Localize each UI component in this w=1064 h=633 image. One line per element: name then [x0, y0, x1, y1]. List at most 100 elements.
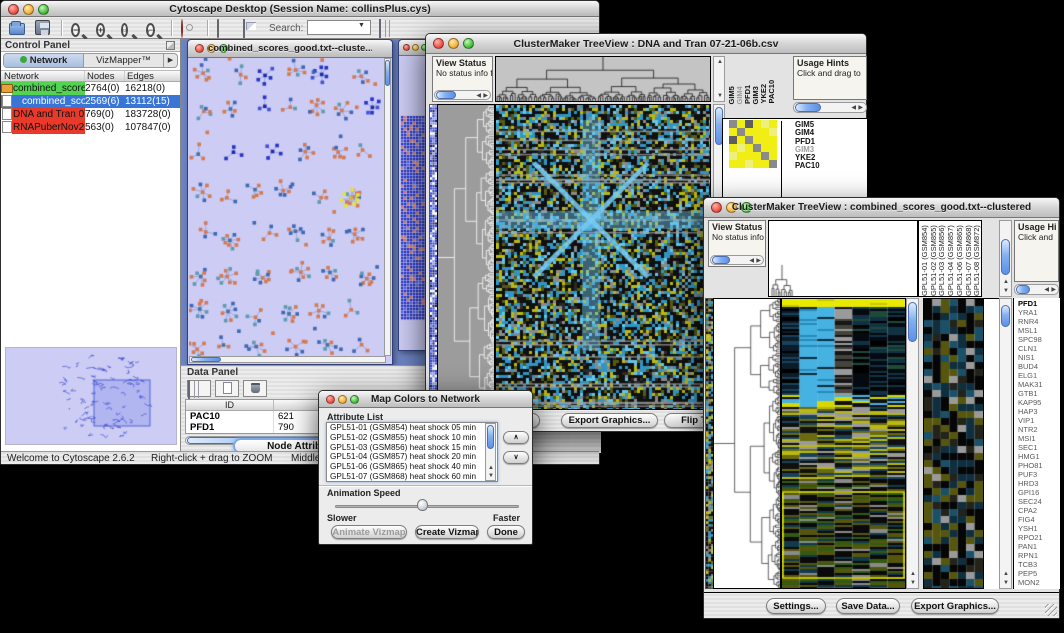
gene-label[interactable]: VIP1: [1018, 416, 1060, 425]
export-graphics-button[interactable]: Export Graphics...: [911, 598, 999, 614]
table-header-id[interactable]: ID: [186, 400, 274, 410]
network-overview-thumbnail[interactable]: [5, 347, 177, 445]
close-icon[interactable]: [326, 395, 335, 404]
animate-vizmap-button[interactable]: Animate Vizmap: [331, 525, 407, 539]
column-label[interactable]: PAC10: [767, 80, 775, 104]
attribute-list-item[interactable]: GPL51-03 (GSM856) heat shock 15 min: [327, 443, 497, 453]
attribute-table-icon[interactable]: [379, 20, 397, 36]
gene-label[interactable]: PEP5: [1018, 569, 1060, 578]
gene-label[interactable]: TCB3: [1018, 560, 1060, 569]
heatmap-canvas[interactable]: [781, 298, 906, 589]
attribute-list-item[interactable]: GPL51-06 (GSM865) heat shock 40 min: [327, 462, 497, 472]
zoom-heatmap-canvas[interactable]: [923, 298, 984, 589]
attribute-list-item[interactable]: GPL51-04 (GSM857) heat shock 20 min: [327, 452, 497, 462]
similarity-matrix[interactable]: [729, 120, 777, 168]
zoom-in-icon[interactable]: +: [96, 20, 114, 36]
close-icon[interactable]: [195, 44, 204, 53]
column-label[interactable]: GPL51-08 (GSM872): [972, 221, 981, 296]
attribute-list-item[interactable]: GPL51-02 (GSM855) heat shock 10 min: [327, 433, 497, 443]
close-icon[interactable]: [433, 38, 444, 49]
new-attribute-icon[interactable]: [215, 380, 239, 397]
network-vscrollbar[interactable]: [384, 58, 391, 356]
titlebar[interactable]: Cytoscape Desktop (Session Name: collins…: [1, 1, 599, 17]
network-view-canvas[interactable]: [189, 58, 386, 356]
zoom-fit-icon[interactable]: ⌐: [146, 20, 164, 36]
column-label[interactable]: GPL51-04 (GSM857): [946, 221, 955, 296]
gene-label[interactable]: FIG4: [1018, 515, 1060, 524]
row-dendrogram[interactable]: [437, 104, 495, 411]
gene-label[interactable]: NTR2: [1018, 425, 1060, 434]
gene-label[interactable]: GPI16: [1018, 488, 1060, 497]
column-label[interactable]: GIM5: [727, 86, 735, 104]
attribute-list[interactable]: GPL51-01 (GSM854) heat shock 05 minGPL51…: [326, 422, 498, 482]
heatmap-vscrollbar[interactable]: [906, 298, 919, 589]
gene-label[interactable]: PAN1: [1018, 542, 1060, 551]
gene-label[interactable]: PUF3: [1018, 470, 1060, 479]
row-dendrogram[interactable]: [713, 298, 781, 589]
help-lifesaver-icon[interactable]: [181, 20, 199, 36]
zoom-out-icon[interactable]: −: [71, 20, 89, 36]
gene-label[interactable]: CPA2: [1018, 506, 1060, 515]
save-data-button[interactable]: Save Data...: [836, 598, 900, 614]
gene-label[interactable]: MAK31: [1018, 380, 1060, 389]
gene-label[interactable]: PAC10: [795, 162, 867, 170]
create-vizmap-button[interactable]: Create Vizmap: [415, 525, 479, 539]
heatmap-canvas[interactable]: [495, 104, 711, 411]
export-graphics-button[interactable]: Export Graphics...: [561, 413, 658, 428]
resize-grip[interactable]: [1045, 604, 1057, 616]
gene-label[interactable]: HRD3: [1018, 479, 1060, 488]
network-table-row[interactable]: DNA and Tran 07 769(0) 183728(0): [1, 108, 180, 121]
tab-overflow-icon[interactable]: ▶: [164, 54, 177, 67]
close-icon[interactable]: [8, 4, 19, 15]
zoom-vscrollbar[interactable]: [999, 298, 1012, 589]
gene-label[interactable]: YSH1: [1018, 524, 1060, 533]
titlebar[interactable]: Map Colors to Network: [319, 391, 532, 408]
attribute-list-item[interactable]: GPL51-01 (GSM854) heat shock 05 min: [327, 423, 497, 433]
gene-label[interactable]: CLN1: [1018, 344, 1060, 353]
gene-label[interactable]: MSL1: [1018, 326, 1060, 335]
move-down-button[interactable]: ∨: [503, 451, 529, 464]
minimize-icon[interactable]: [412, 44, 419, 51]
column-dendrogram[interactable]: [495, 56, 711, 102]
gene-label[interactable]: YRA1: [1018, 308, 1060, 317]
tab-network[interactable]: Network: [4, 54, 84, 67]
gene-label[interactable]: RPO21: [1018, 533, 1060, 542]
gene-label[interactable]: MSI1: [1018, 434, 1060, 443]
column-label[interactable]: GPL51-07 (GSM868): [964, 221, 973, 296]
column-dendrogram[interactable]: [768, 220, 918, 297]
network-table-row[interactable]: combined_scores 2764(0) 16218(0): [1, 82, 180, 95]
gene-label[interactable]: HMG1: [1018, 452, 1060, 461]
gene-label[interactable]: MON2: [1018, 578, 1060, 587]
tab-vizmapper[interactable]: VizMapper™: [84, 54, 164, 67]
attribute-list-item[interactable]: GPL51-07 (GSM868) heat shock 60 min: [327, 472, 497, 482]
vizmap-colors-icon[interactable]: [217, 20, 235, 36]
gene-label[interactable]: ELG1: [1018, 371, 1060, 380]
done-button[interactable]: Done: [487, 525, 525, 539]
network-table-row[interactable]: combined_sco 2569(6) 13112(15): [1, 95, 180, 108]
network-hscrollbar[interactable]: [189, 356, 386, 363]
gene-label[interactable]: NIS1: [1018, 353, 1060, 362]
gene-label[interactable]: SEC1: [1018, 443, 1060, 452]
column-label[interactable]: GPL51-01 (GSM854): [920, 221, 929, 296]
move-up-button[interactable]: ∧: [503, 431, 529, 444]
gene-label[interactable]: BUD4: [1018, 362, 1060, 371]
column-label[interactable]: GPL51-06 (GSM865): [955, 221, 964, 296]
column-label[interactable]: GIM3: [751, 86, 759, 104]
network-table-row[interactable]: RNAPuberNov2+ 563(0) 107847(0): [1, 121, 180, 134]
column-label[interactable]: PFD1: [743, 85, 751, 104]
save-icon[interactable]: [35, 20, 53, 36]
search-dropdown-icon[interactable]: ▼: [358, 22, 365, 29]
column-scrollbar[interactable]: [713, 56, 725, 102]
titlebar[interactable]: ClusterMaker TreeView : combined_scores_…: [704, 198, 1059, 218]
close-icon[interactable]: [711, 202, 722, 213]
gene-label[interactable]: HAP3: [1018, 407, 1060, 416]
usage-hints-hscrollbar[interactable]: [793, 102, 867, 113]
column-vscrollbar[interactable]: [999, 220, 1012, 297]
gene-label[interactable]: KAP95: [1018, 398, 1060, 407]
delete-attribute-icon[interactable]: [243, 380, 267, 397]
gene-label[interactable]: PFD1: [1018, 299, 1060, 308]
view-status-hscrollbar[interactable]: [710, 255, 764, 265]
gene-label[interactable]: GTB1: [1018, 389, 1060, 398]
settings-button[interactable]: Settings...: [766, 598, 826, 614]
grid-view-icon[interactable]: [187, 380, 211, 397]
